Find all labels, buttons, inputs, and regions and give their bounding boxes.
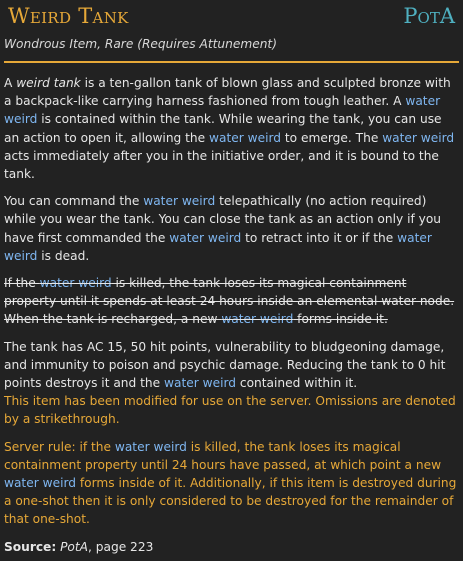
water-weird-link[interactable]: water weird bbox=[143, 194, 215, 208]
modification-note: This item has been modified for use on t… bbox=[4, 394, 456, 427]
item-card: Weird Tank PotA Wondrous Item, Rare (Req… bbox=[0, 0, 463, 561]
item-title: Weird Tank bbox=[8, 4, 129, 28]
water-weird-link[interactable]: water weird bbox=[169, 231, 241, 245]
struck-paragraph: If the water weird is killed, the tank l… bbox=[4, 276, 455, 327]
item-description: A weird tank is a ten-gallon tank of blo… bbox=[4, 74, 457, 556]
source-book-link[interactable]: PotA bbox=[60, 540, 88, 554]
source-label: Source: bbox=[4, 539, 57, 554]
water-weird-link[interactable]: water weird bbox=[382, 131, 454, 145]
source-citation: Source: PotA, page 223 bbox=[4, 538, 457, 556]
water-weird-link[interactable]: water weird bbox=[164, 376, 236, 390]
source-abbreviation-link[interactable]: PotA bbox=[403, 4, 455, 28]
water-weird-link[interactable]: water weird bbox=[221, 312, 293, 326]
description-paragraph-4: The tank has AC 15, 50 hit points, vulne… bbox=[4, 339, 446, 391]
water-weird-link[interactable]: water weird bbox=[115, 440, 187, 454]
water-weird-link[interactable]: water weird bbox=[209, 131, 281, 145]
item-type-subtitle: Wondrous Item, Rare (Requires Attunement… bbox=[4, 37, 277, 51]
item-header: Weird Tank PotA bbox=[4, 0, 459, 34]
water-weird-link[interactable]: water weird bbox=[4, 476, 76, 490]
header-divider bbox=[4, 61, 459, 63]
source-page: , page 223 bbox=[88, 539, 154, 554]
water-weird-link[interactable]: water weird bbox=[40, 276, 112, 290]
server-rule-note: Server rule: if the water weird is kille… bbox=[4, 439, 457, 527]
description-paragraph-1: A weird tank is a ten-gallon tank of blo… bbox=[4, 76, 455, 182]
description-paragraph-2: You can command the water weird telepath… bbox=[4, 194, 442, 263]
item-name-italic: weird tank bbox=[16, 76, 81, 90]
